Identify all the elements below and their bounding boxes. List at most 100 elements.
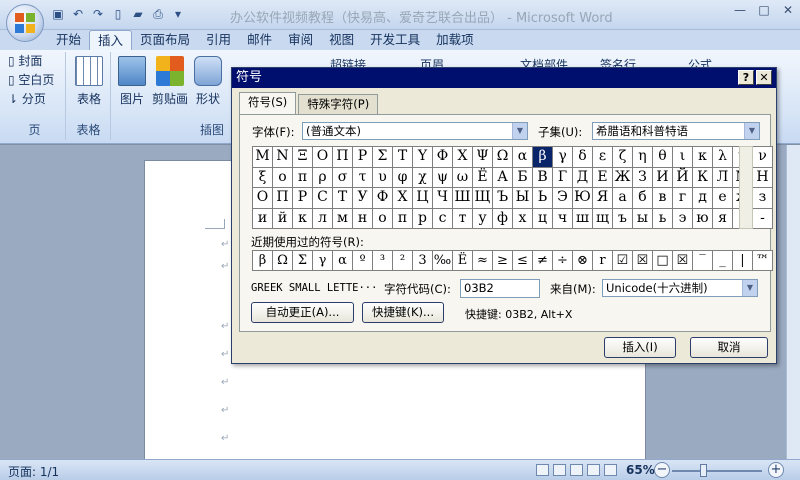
symbol-cell[interactable]: ф [492,207,513,229]
symbol-cell[interactable]: ъ [612,207,633,229]
symbol-cell[interactable]: Ξ [292,146,313,168]
symbol-cell[interactable]: Π [332,146,353,168]
recent-symbol-cell[interactable]: | [732,250,753,271]
outline-view-icon[interactable] [587,464,600,476]
symbol-cell[interactable]: Ο [312,146,333,168]
symbol-cell[interactable]: σ [332,166,353,188]
clipart-button[interactable]: 剪贴画 [150,56,190,107]
symbol-cell[interactable]: т [452,207,473,229]
symbol-cell[interactable]: Х [392,187,413,209]
tab-references[interactable]: 引用 [198,30,239,50]
symbol-cell[interactable]: δ [572,146,593,168]
symbol-cell[interactable]: с [432,207,453,229]
symbol-cell[interactable]: е [712,187,733,209]
print-icon[interactable]: ⎙ [150,6,166,22]
zoom-in-icon[interactable]: + [768,462,784,478]
symbol-cell[interactable]: Э [552,187,573,209]
symbol-cell[interactable]: г [672,187,693,209]
symbol-cell[interactable]: П [272,187,293,209]
symbol-cell[interactable]: Φ [432,146,453,168]
symbol-cell[interactable]: ν [752,146,773,168]
symbol-cell[interactable]: ρ [312,166,333,188]
symbol-cell[interactable]: γ [552,146,573,168]
zoom-slider[interactable] [672,470,762,472]
symbol-cell[interactable]: к [292,207,313,229]
tab-page-layout[interactable]: 页面布局 [132,30,198,50]
symbol-cell[interactable]: о [372,207,393,229]
symbol-cell[interactable]: ц [532,207,553,229]
minimize-button[interactable]: — [728,0,752,20]
symbol-cell[interactable]: Н [752,166,773,188]
web-layout-icon[interactable] [570,464,583,476]
symbol-cell[interactable]: в [652,187,673,209]
help-button[interactable]: ? [738,70,754,85]
tab-symbols[interactable]: 符号(S) [239,92,297,114]
recent-symbol-cell[interactable]: ≥ [492,250,513,271]
symbol-cell[interactable]: О [252,187,273,209]
dialog-close-button[interactable]: ✕ [756,70,772,85]
symbol-cell[interactable]: Σ [372,146,393,168]
symbol-cell[interactable]: р [412,207,433,229]
symbol-cell[interactable]: э [672,207,693,229]
symbol-cell[interactable]: Й [672,166,693,188]
tab-home[interactable]: 开始 [48,30,89,50]
recent-symbol-cell[interactable]: ≠ [532,250,553,271]
recent-symbol-cell[interactable]: α [332,250,353,271]
recent-symbol-cell[interactable]: ‰ [432,250,453,271]
symbol-cell[interactable]: κ [692,146,713,168]
symbol-cell[interactable]: Ц [412,187,433,209]
from-select[interactable]: Unicode(十六进制) ▼ [602,279,758,297]
office-button[interactable] [6,4,44,42]
recent-symbol-cell[interactable]: º [352,250,373,271]
symbol-cell[interactable]: Ч [432,187,453,209]
open-folder-icon[interactable]: ▰ [130,6,146,22]
symbol-cell[interactable]: - [752,207,773,229]
recent-symbol-cell[interactable]: ² [392,250,413,271]
cover-page-button[interactable]: ▯ 封面 [4,52,65,71]
undo-icon[interactable]: ↶ [70,6,86,22]
recent-symbol-cell[interactable]: Ë [452,250,473,271]
symbol-cell[interactable]: Ф [372,187,393,209]
recent-symbol-cell[interactable]: □ [652,250,673,271]
symbol-cell[interactable]: Μ [252,146,273,168]
symbol-cell[interactable]: Е [592,166,613,188]
symbol-cell[interactable]: п [392,207,413,229]
symbol-cell[interactable]: Р [292,187,313,209]
symbol-cell[interactable]: ψ [432,166,453,188]
symbol-cell[interactable]: я [712,207,733,229]
cancel-button[interactable]: 取消 [690,337,768,358]
symbol-cell[interactable]: Л [712,166,733,188]
recent-symbol-cell[interactable]: ☒ [632,250,653,271]
symbol-cell[interactable]: Ψ [472,146,493,168]
recent-symbol-cell[interactable]: ™ [752,250,773,271]
symbol-cell[interactable]: х [512,207,533,229]
symbol-cell[interactable]: з [752,187,773,209]
symbol-cell[interactable]: Б [512,166,533,188]
symbol-cell[interactable]: ю [692,207,713,229]
symbol-grid-scrollbar[interactable] [739,146,753,229]
symbol-cell[interactable]: Я [592,187,613,209]
symbol-cell[interactable]: д [692,187,713,209]
tab-mailings[interactable]: 邮件 [239,30,280,50]
close-button[interactable]: ✕ [776,0,800,20]
shortcut-key-button[interactable]: 快捷键(K)... [362,302,444,323]
font-select[interactable]: (普通文本) ▼ [302,122,528,140]
tab-insert[interactable]: 插入 [89,30,133,50]
symbol-cell[interactable]: й [272,207,293,229]
symbol-cell[interactable]: щ [592,207,613,229]
symbol-cell[interactable]: Щ [472,187,493,209]
recent-symbol-cell[interactable]: Ω [272,250,293,271]
tab-addins[interactable]: 加载项 [428,30,482,50]
symbol-cell[interactable]: Χ [452,146,473,168]
symbol-cell[interactable]: Т [332,187,353,209]
draft-view-icon[interactable] [604,464,617,476]
symbol-cell[interactable]: З [632,166,653,188]
blank-page-button[interactable]: ▯ 空白页 [4,71,65,90]
recent-symbol-cell[interactable]: ≤ [512,250,533,271]
save-icon[interactable]: ▣ [50,6,66,22]
recent-symbol-cell[interactable]: ÷ [552,250,573,271]
symbol-cell[interactable]: В [532,166,553,188]
recent-symbol-cell[interactable]: r [592,250,613,271]
tab-view[interactable]: 视图 [321,30,362,50]
symbol-cell[interactable]: Д [572,166,593,188]
